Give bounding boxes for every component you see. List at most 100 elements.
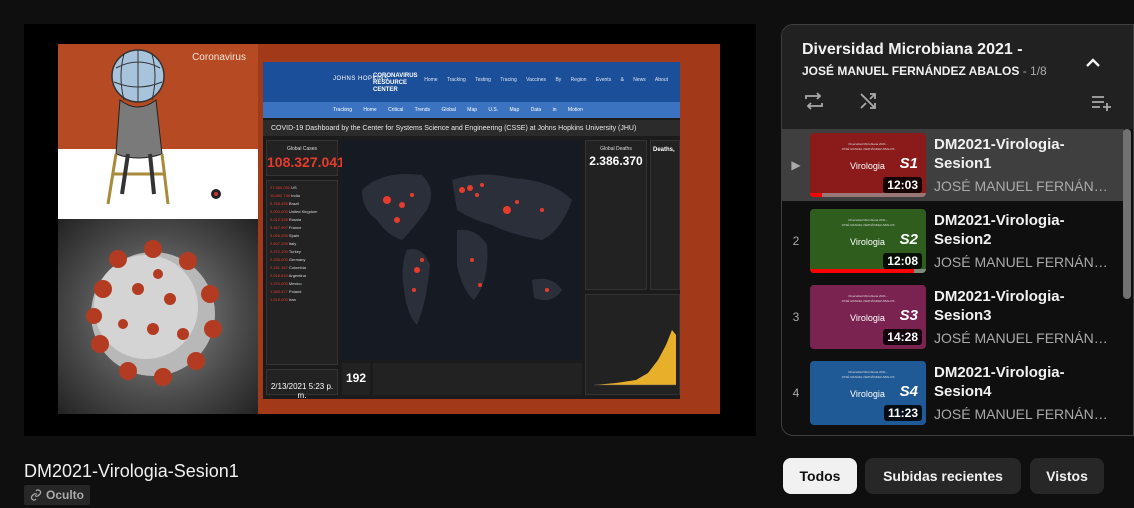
thumb-owner: JOSÉ MANUEL FERNÁNDEZ ABALOS (841, 223, 895, 227)
cartoon-image: Coronavirus (58, 44, 258, 219)
video-frame: Coronavirus JOHNS HOPKINS CORONAVIRUS RE… (58, 44, 720, 414)
playlist-item-thumbnail: Diversidad Microbiana 2021 - JOSÉ MANUEL… (810, 361, 926, 425)
count-value: 192 (342, 363, 370, 395)
cartoon-drawing (106, 49, 221, 205)
thumb-owner: JOSÉ MANUEL FERNÁNDEZ ABALOS (841, 299, 895, 303)
playlist-item-title[interactable]: DM2021-Virologia-Sesion4 (934, 363, 1114, 401)
thumb-caption: Diversidad Microbiana 2021 - (848, 294, 888, 298)
country-row: 2.016.610 Argentina (270, 273, 306, 278)
chip-all[interactable]: Todos (783, 458, 857, 494)
thumb-owner: JOSÉ MANUEL FERNÁNDEZ ABALOS (841, 375, 895, 379)
visibility-label: Oculto (46, 488, 84, 502)
playlist-item-thumbnail: Diversidad Microbiana 2021 - JOSÉ MANUEL… (810, 133, 926, 197)
shuffle-icon[interactable] (856, 89, 880, 113)
global-deaths-label: Global Deaths (600, 146, 632, 152)
last-updated-panel: 2/13/2021 5:23 p. m. (266, 369, 338, 400)
country-row: 2.181.167 Colombia (270, 265, 306, 270)
duration-badge: 14:28 (883, 329, 922, 345)
playlist-item[interactable]: 5 Diversidad Microbiana 2021 - JOSÉ MANU… (782, 433, 1124, 435)
country-row: 27.560.090 US (270, 185, 297, 190)
country-row: 4.012.538 Russia (270, 217, 302, 222)
slide-images: Coronavirus (58, 44, 258, 414)
visibility-badge: Oculto (24, 485, 90, 505)
dashboard-subnav: Tracking Home Critical Trends Global Map… (263, 102, 680, 118)
thumb-caption: Diversidad Microbiana 2021 - (848, 370, 888, 374)
watch-progress-bar (810, 269, 915, 273)
global-cases-value: 108.327.041 (267, 154, 345, 170)
duration-badge: 12:08 (883, 253, 922, 269)
global-cases-label: Global Cases (286, 146, 317, 152)
playlist-title[interactable]: Diversidad Microbiana 2021 - (802, 41, 1023, 59)
playlist-item-title[interactable]: DM2021-Virologia-Sesion2 (934, 211, 1114, 249)
playlist-item[interactable]: 2 Diversidad Microbiana 2021 - JOSÉ MANU… (782, 205, 1124, 277)
dashboard-header: JOHNS HOPKINS CORONAVIRUS RESOURCE CENTE… (263, 62, 680, 102)
video-player[interactable]: Coronavirus JOHNS HOPKINS CORONAVIRUS RE… (24, 24, 756, 436)
us-deaths-panel: Deaths, (650, 140, 680, 290)
duration-badge: 12:03 (883, 177, 922, 193)
global-deaths-panel: Global Deaths 2.386.370 (585, 140, 647, 290)
watch-progress-bar (810, 193, 822, 197)
thumb-session: S3 (899, 307, 918, 324)
country-row: 3.467.997 France (270, 225, 302, 230)
playlist-item-thumbnail: Diversidad Microbiana 2021 - JOSÉ MANUEL… (810, 285, 926, 349)
playlist-item-thumbnail: Diversidad Microbiana 2021 - JOSÉ MANUEL… (810, 209, 926, 273)
global-cases-panel: Global Cases 108.327.041 (266, 140, 345, 176)
virus-image (58, 219, 258, 414)
country-row: 1.583.477 Poland (270, 289, 302, 294)
thumb-label: Virologia (850, 161, 885, 171)
playlist-panel: Diversidad Microbiana 2021 - JOSÉ MANUEL… (781, 24, 1134, 436)
virus-drawing (86, 240, 222, 386)
playlist-item-title[interactable]: DM2021-Virologia-Sesion1 (934, 135, 1114, 173)
thumb-owner: JOSÉ MANUEL FERNÁNDEZ ABALOS (841, 147, 895, 151)
country-row: 10.892.746 India (270, 193, 300, 198)
world-map (342, 140, 582, 360)
country-row: 2.697.296 Italy (270, 241, 297, 246)
playlist-item-index: 2 (792, 234, 800, 248)
playlist-item[interactable]: 4 Diversidad Microbiana 2021 - JOSÉ MANU… (782, 357, 1124, 429)
thumb-session: S2 (899, 231, 918, 248)
playlist-item[interactable]: 3 Diversidad Microbiana 2021 - JOSÉ MANU… (782, 281, 1124, 353)
playlist-item-index: ▶ (791, 158, 801, 172)
playlist-item-channel: JOSÉ MANUEL FERNÁNDEZ ABALOS (934, 330, 1114, 346)
dashboard-nav: Home Tracking Testing Tracing Vaccines B… (424, 77, 668, 83)
country-row: 2.572.190 Turkey (270, 249, 301, 254)
thumb-label: Virologia (850, 389, 885, 399)
playlist-item-index: 3 (792, 310, 800, 324)
playlist-item-index: 5 (782, 433, 810, 435)
playlist-item-channel: JOSÉ MANUEL FERNÁNDEZ ABALOS (934, 178, 1114, 194)
chip-watched[interactable]: Vistos (1030, 458, 1104, 494)
playlist-header: Diversidad Microbiana 2021 - JOSÉ MANUEL… (782, 25, 1133, 129)
loop-icon[interactable] (802, 89, 826, 113)
link-icon (30, 489, 42, 501)
thumb-label: Virologia (850, 237, 885, 247)
playlist-owner[interactable]: JOSÉ MANUEL FERNÁNDEZ ABALOS (802, 64, 1019, 78)
country-row: 3.056.035 Spain (270, 233, 300, 238)
playlist-item-title[interactable]: DM2021-Virologia-Sesion3 (934, 287, 1114, 325)
daily-cases-chart (585, 294, 680, 395)
country-row: 2.336.000 Germany (270, 257, 306, 262)
last-updated-value: 2/13/2021 5:23 p. m. (270, 382, 334, 400)
playlist-item-channel: JOSÉ MANUEL FERNÁNDEZ ABALOS (934, 254, 1114, 270)
thumb-label: Virologia (850, 313, 885, 323)
country-row: 4.000.000 United Kingdom (270, 209, 318, 214)
country-row: 1.519.000 Iran (270, 297, 296, 302)
video-title: DM2021-Virologia-Sesion1 (24, 461, 239, 481)
playlist-scrollbar[interactable] (1123, 129, 1131, 299)
thumb-caption: Diversidad Microbiana 2021 - (848, 218, 888, 222)
thumb-caption: Diversidad Microbiana 2021 - (848, 142, 888, 146)
playlist-item-channel: JOSÉ MANUEL FERNÁNDEZ ABALOS (934, 406, 1114, 422)
add-to-queue-icon[interactable] (1089, 91, 1113, 115)
playlist-subtitle: JOSÉ MANUEL FERNÁNDEZ ABALOS - 1/8 (802, 64, 1047, 78)
dashboard-heading: COVID-19 Dashboard by the Center for Sys… (263, 120, 680, 136)
chip-recent-uploads[interactable]: Subidas recientes (865, 458, 1021, 494)
watch-progress-track (810, 193, 926, 197)
playlist-item-index: 4 (792, 386, 800, 400)
chevron-up-icon[interactable] (1081, 51, 1105, 75)
playlist-item[interactable]: ▶ Diversidad Microbiana 2021 - JOSÉ MANU… (782, 129, 1124, 201)
daily-cases-drawing (594, 330, 676, 386)
dashboard-brand-sub: CORONAVIRUS RESOURCE CENTER (373, 73, 418, 93)
country-list: 27.560.090 US 10.892.746 India 9.765.455 B… (266, 180, 338, 365)
global-deaths-value: 2.386.370 (589, 154, 643, 168)
thumb-session: S1 (899, 155, 918, 172)
thumb-session: S4 (899, 383, 918, 400)
